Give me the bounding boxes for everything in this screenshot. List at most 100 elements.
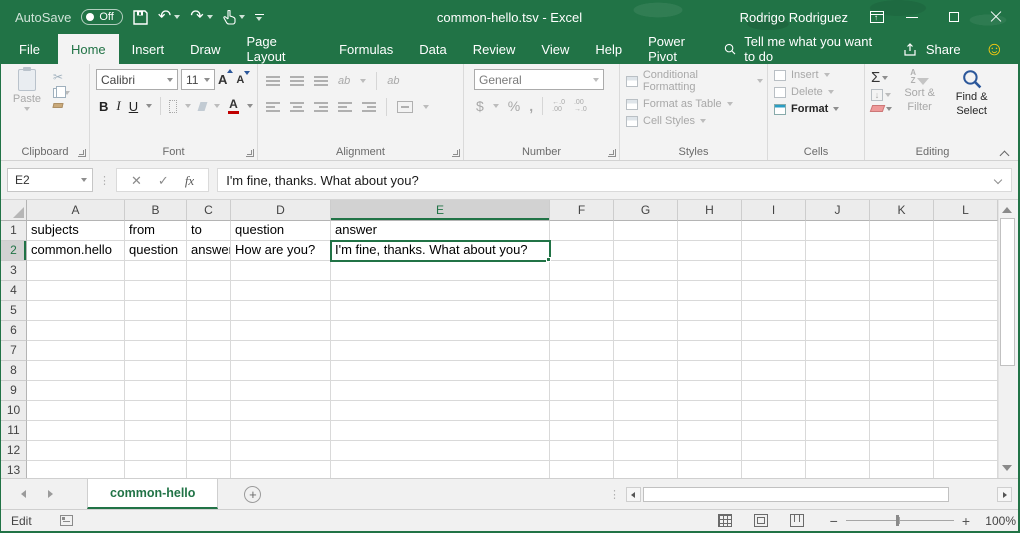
cell-B7[interactable] (125, 341, 187, 361)
cell-I6[interactable] (742, 321, 806, 341)
cell-B12[interactable] (125, 441, 187, 461)
cell-E6[interactable] (331, 321, 550, 341)
row-header-12[interactable]: 12 (1, 441, 27, 461)
cell-H7[interactable] (678, 341, 742, 361)
row-header-7[interactable]: 7 (1, 341, 27, 361)
cell-I8[interactable] (742, 361, 806, 381)
cell-A12[interactable] (27, 441, 125, 461)
cell-E7[interactable] (331, 341, 550, 361)
cell-H3[interactable] (678, 261, 742, 281)
column-header-f[interactable]: F (550, 200, 614, 221)
prev-sheet-icon[interactable] (21, 490, 26, 498)
cell-D7[interactable] (231, 341, 331, 361)
cell-J2[interactable] (806, 241, 870, 261)
cell-D11[interactable] (231, 421, 331, 441)
cell-A9[interactable] (27, 381, 125, 401)
cell-L6[interactable] (934, 321, 998, 341)
cell-B3[interactable] (125, 261, 187, 281)
cell-D6[interactable] (231, 321, 331, 341)
cell-I9[interactable] (742, 381, 806, 401)
cell-L9[interactable] (934, 381, 998, 401)
comma-style-button[interactable]: , (529, 98, 533, 114)
column-header-g[interactable]: G (614, 200, 678, 221)
row-header-6[interactable]: 6 (1, 321, 27, 341)
sheet-tab-common-hello[interactable]: common-hello (87, 479, 218, 509)
cell-F12[interactable] (550, 441, 614, 461)
middle-align-button[interactable] (290, 76, 304, 86)
cell-H11[interactable] (678, 421, 742, 441)
cell-D8[interactable] (231, 361, 331, 381)
cell-H12[interactable] (678, 441, 742, 461)
cell-A7[interactable] (27, 341, 125, 361)
percent-style-button[interactable]: % (508, 98, 520, 114)
conditional-formatting-button[interactable]: Conditional Formatting (626, 69, 763, 93)
formula-input[interactable]: I'm fine, thanks. What about you? (217, 168, 1012, 192)
cell-L7[interactable] (934, 341, 998, 361)
cell-L12[interactable] (934, 441, 998, 461)
cell-I11[interactable] (742, 421, 806, 441)
cell-I1[interactable] (742, 221, 806, 241)
page-break-view-button[interactable] (790, 514, 804, 527)
copy-button[interactable] (53, 88, 70, 98)
minimize-button[interactable] (906, 11, 918, 23)
cell-F13[interactable] (550, 461, 614, 478)
cell-F2[interactable] (550, 241, 614, 261)
vertical-scroll-thumb[interactable] (1000, 218, 1015, 366)
cell-I5[interactable] (742, 301, 806, 321)
cell-D12[interactable] (231, 441, 331, 461)
row-header-8[interactable]: 8 (1, 361, 27, 381)
cell-D10[interactable] (231, 401, 331, 421)
column-header-c[interactable]: C (187, 200, 231, 221)
align-right-button[interactable] (314, 102, 328, 112)
cell-J5[interactable] (806, 301, 870, 321)
cell-I13[interactable] (742, 461, 806, 478)
top-align-button[interactable] (266, 76, 280, 86)
normal-view-button[interactable] (718, 514, 732, 527)
scroll-down-icon[interactable] (1002, 465, 1012, 471)
merge-center-button[interactable] (397, 101, 413, 113)
increase-indent-button[interactable] (362, 102, 376, 112)
fill-button[interactable]: ↓ (871, 89, 892, 101)
row-header-13[interactable]: 13 (1, 461, 27, 478)
cut-button[interactable]: ✂ (53, 71, 70, 83)
decrease-decimal-button[interactable]: .00→.0 (574, 99, 587, 113)
cell-C11[interactable] (187, 421, 231, 441)
cell-styles-button[interactable]: Cell Styles (626, 115, 763, 127)
cell-C2[interactable]: answer (187, 241, 231, 261)
vertical-scrollbar[interactable] (998, 200, 1016, 478)
row-header-5[interactable]: 5 (1, 301, 27, 321)
next-sheet-icon[interactable] (48, 490, 53, 498)
tab-review[interactable]: Review (460, 34, 529, 64)
cell-J9[interactable] (806, 381, 870, 401)
row-header-1[interactable]: 1 (1, 221, 27, 241)
cell-B6[interactable] (125, 321, 187, 341)
cell-D3[interactable] (231, 261, 331, 281)
tab-formulas[interactable]: Formulas (326, 34, 406, 64)
cell-F3[interactable] (550, 261, 614, 281)
customize-qat-button[interactable] (255, 14, 264, 21)
cell-C5[interactable] (187, 301, 231, 321)
cell-K2[interactable] (870, 241, 934, 261)
cell-I4[interactable] (742, 281, 806, 301)
save-button[interactable] (133, 10, 148, 25)
cancel-button[interactable]: ✕ (131, 174, 142, 187)
cell-E8[interactable] (331, 361, 550, 381)
cell-C1[interactable]: to (187, 221, 231, 241)
cell-G12[interactable] (614, 441, 678, 461)
cell-H10[interactable] (678, 401, 742, 421)
cell-D9[interactable] (231, 381, 331, 401)
separator-handle[interactable]: ⋮ (99, 174, 110, 187)
tab-insert[interactable]: Insert (119, 34, 178, 64)
cell-L4[interactable] (934, 281, 998, 301)
cell-B11[interactable] (125, 421, 187, 441)
page-layout-view-button[interactable] (754, 514, 768, 527)
cell-E4[interactable] (331, 281, 550, 301)
tab-home[interactable]: Home (58, 34, 119, 64)
cell-A6[interactable] (27, 321, 125, 341)
cell-I3[interactable] (742, 261, 806, 281)
cell-L2[interactable] (934, 241, 998, 261)
cell-K7[interactable] (870, 341, 934, 361)
cell-G10[interactable] (614, 401, 678, 421)
cell-E11[interactable] (331, 421, 550, 441)
column-header-a[interactable]: A (27, 200, 125, 221)
